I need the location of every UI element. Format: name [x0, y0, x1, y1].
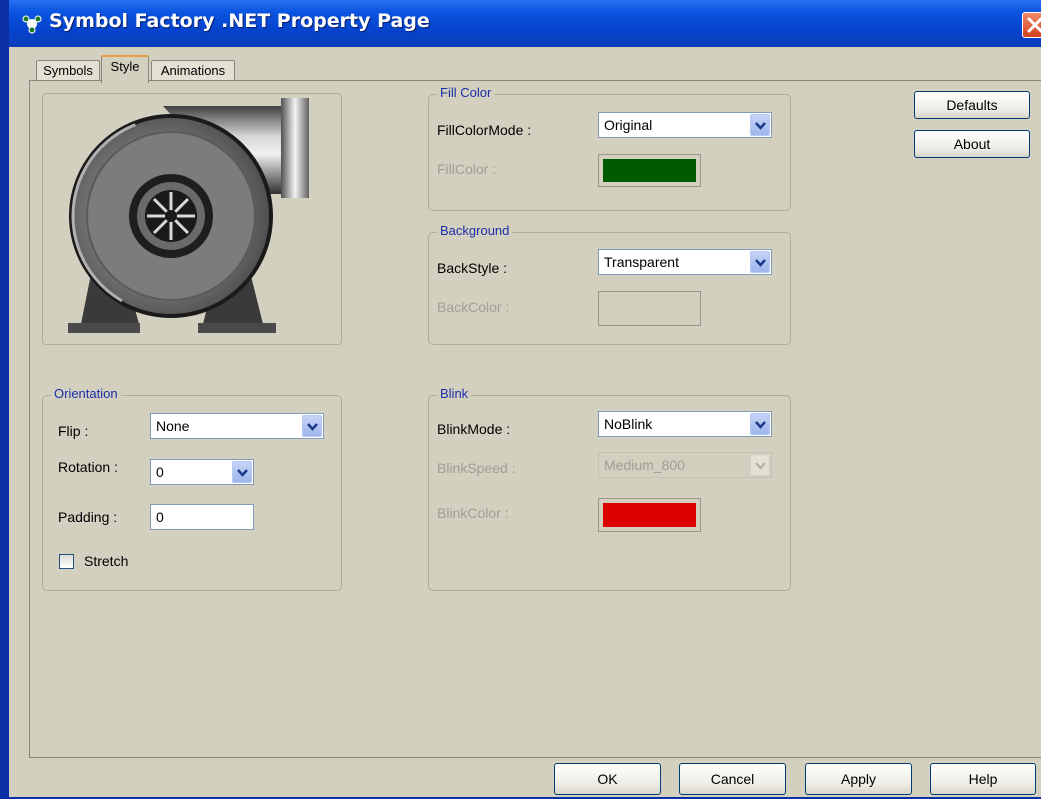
tab-symbols[interactable]: Symbols: [36, 60, 100, 82]
fill-color-swatch[interactable]: [598, 154, 701, 187]
back-color-swatch[interactable]: [598, 291, 701, 326]
cancel-button[interactable]: Cancel: [679, 763, 786, 795]
chevron-down-icon[interactable]: [232, 461, 252, 483]
blink-mode-label: BlinkMode :: [437, 421, 511, 437]
fill-color-mode-select[interactable]: Original: [598, 112, 772, 138]
ok-button[interactable]: OK: [554, 763, 661, 795]
window-title: Symbol Factory .NET Property Page: [49, 10, 430, 32]
blink-color-swatch[interactable]: [598, 498, 701, 532]
chevron-down-icon[interactable]: [302, 415, 322, 437]
background-group: Background BackStyle : Transparent BackC…: [428, 223, 791, 345]
blower-pump-symbol: [68, 98, 309, 333]
chevron-down-icon[interactable]: [750, 454, 770, 476]
defaults-button[interactable]: Defaults: [914, 91, 1030, 119]
back-style-label: BackStyle :: [437, 260, 508, 276]
about-button[interactable]: About: [914, 130, 1030, 158]
symbol-preview: [42, 93, 342, 345]
symbol-factory-icon: [21, 14, 43, 34]
stretch-label: Stretch: [84, 553, 129, 569]
background-group-title: Background: [437, 223, 513, 238]
fill-color-mode-label: FillColorMode :: [437, 122, 532, 138]
rotation-value: 0: [156, 464, 164, 480]
title-bar[interactable]: Symbol Factory .NET Property Page: [9, 0, 1041, 47]
back-style-select[interactable]: Transparent: [598, 249, 772, 275]
rotation-label: Rotation :: [58, 459, 118, 475]
property-page-window: Symbol Factory .NET Property Page Symbol…: [0, 0, 1041, 799]
blink-group-title: Blink: [437, 386, 472, 401]
stretch-checkbox[interactable]: [59, 554, 74, 569]
tab-style[interactable]: Style: [101, 55, 149, 83]
fill-color-group-title: Fill Color: [437, 85, 495, 100]
help-button[interactable]: Help: [930, 763, 1036, 795]
blink-group: Blink BlinkMode : NoBlink BlinkSpeed : M…: [428, 386, 791, 591]
padding-label: Padding :: [58, 509, 118, 525]
apply-button[interactable]: Apply: [805, 763, 912, 795]
blink-speed-select[interactable]: Medium_800: [598, 452, 772, 478]
flip-value: None: [156, 418, 190, 434]
close-button[interactable]: [1022, 12, 1041, 38]
style-tab-panel: Fill Color FillColorMode : Original Fill…: [29, 80, 1041, 758]
fill-color-group: Fill Color FillColorMode : Original Fill…: [428, 85, 791, 211]
back-color-label: BackColor :: [437, 299, 510, 315]
chevron-down-icon[interactable]: [750, 251, 770, 273]
blink-color-swatch-fill: [603, 503, 696, 527]
chevron-down-icon[interactable]: [750, 413, 770, 435]
fill-color-swatch-fill: [603, 159, 696, 182]
blink-color-label: BlinkColor :: [437, 505, 509, 521]
orientation-group: Orientation Flip : None Rotation : 0 Pad…: [42, 386, 342, 591]
flip-label: Flip :: [58, 423, 89, 439]
blink-mode-select[interactable]: NoBlink: [598, 411, 772, 437]
blink-speed-label: BlinkSpeed :: [437, 460, 516, 476]
rotation-select[interactable]: 0: [150, 459, 254, 485]
blink-mode-value: NoBlink: [604, 416, 653, 432]
fill-color-mode-value: Original: [604, 117, 653, 133]
dialog-client: Symbols Style Animations Fill Color Fill…: [18, 47, 1041, 797]
orientation-group-title: Orientation: [51, 386, 121, 401]
close-icon: [1027, 17, 1041, 33]
padding-input[interactable]: 0: [150, 504, 254, 530]
fill-color-label: FillColor :: [437, 161, 497, 177]
tab-animations[interactable]: Animations: [151, 60, 235, 82]
flip-select[interactable]: None: [150, 413, 324, 439]
blink-speed-value: Medium_800: [604, 457, 685, 473]
chevron-down-icon[interactable]: [750, 114, 770, 136]
back-style-value: Transparent: [604, 254, 679, 270]
